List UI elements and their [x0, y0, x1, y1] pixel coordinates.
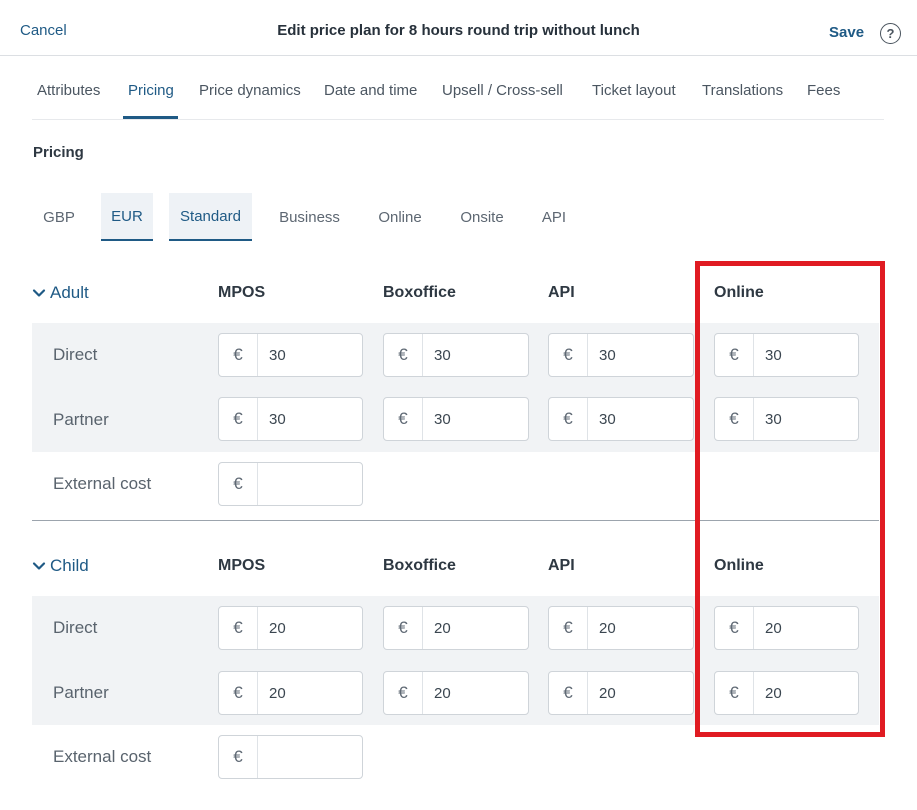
price-input-field[interactable]: [588, 398, 693, 440]
price-input[interactable]: €: [383, 397, 529, 441]
price-input[interactable]: €: [218, 397, 363, 441]
subtab-onsite[interactable]: Onsite: [449, 193, 515, 241]
external-cost-field[interactable]: [258, 463, 362, 505]
row-label-partner: Partner: [53, 683, 109, 702]
row-label-direct: Direct: [53, 345, 98, 364]
price-input-field[interactable]: [588, 607, 693, 649]
euro-icon: €: [384, 672, 423, 714]
euro-icon: €: [549, 334, 588, 376]
price-input-field[interactable]: [258, 334, 362, 376]
price-input[interactable]: €: [383, 606, 529, 650]
price-input-field[interactable]: [754, 398, 858, 440]
subtab-standard[interactable]: Standard: [169, 193, 252, 241]
page-title: Edit price plan for 8 hours round trip w…: [277, 22, 640, 39]
price-input[interactable]: €: [218, 606, 363, 650]
tab-upsell-cross-sell[interactable]: Upsell / Cross-sell: [442, 82, 563, 99]
group-name: Adult: [50, 283, 89, 302]
tab-attributes[interactable]: Attributes: [37, 82, 100, 99]
price-input-field[interactable]: [258, 398, 362, 440]
help-icon[interactable]: ?: [880, 23, 901, 44]
euro-icon: €: [549, 672, 588, 714]
group-toggle-adult[interactable]: Adult: [32, 283, 89, 303]
euro-icon: €: [219, 607, 258, 649]
price-input-field[interactable]: [754, 672, 858, 714]
active-tab-indicator: [123, 116, 178, 119]
external-cost-field[interactable]: [258, 736, 362, 778]
tab-ticket-layout[interactable]: Ticket layout: [592, 82, 676, 99]
price-input[interactable]: €: [714, 333, 859, 377]
column-header-mpos: MPOS: [218, 284, 266, 301]
euro-icon: €: [715, 334, 754, 376]
subtab-online[interactable]: Online: [367, 193, 433, 241]
column-header-boxoffice: Boxoffice: [383, 557, 456, 574]
euro-icon: €: [219, 736, 258, 778]
column-header-online: Online: [714, 557, 764, 574]
group-toggle-child[interactable]: Child: [32, 556, 89, 576]
dialog-header: Cancel Edit price plan for 8 hours round…: [0, 0, 917, 56]
column-header-online: Online: [714, 284, 764, 301]
price-input-field[interactable]: [423, 334, 528, 376]
price-input[interactable]: €: [714, 671, 859, 715]
subtab-api[interactable]: API: [531, 193, 577, 241]
euro-icon: €: [715, 672, 754, 714]
price-input-field[interactable]: [754, 607, 858, 649]
tab-date-and-time[interactable]: Date and time: [324, 82, 417, 99]
price-input[interactable]: €: [548, 333, 694, 377]
price-input[interactable]: €: [218, 333, 363, 377]
row-label-external-cost: External cost: [53, 747, 152, 766]
price-input[interactable]: €: [714, 397, 859, 441]
euro-icon: €: [715, 607, 754, 649]
price-input-field[interactable]: [423, 398, 528, 440]
euro-icon: €: [219, 398, 258, 440]
euro-icon: €: [219, 463, 258, 505]
main-tabs: Attributes Pricing Price dynamics Date a…: [32, 66, 884, 120]
subtab-gbp[interactable]: GBP: [33, 193, 85, 241]
tab-fees[interactable]: Fees: [807, 82, 840, 99]
price-input[interactable]: €: [383, 333, 529, 377]
row-label-direct: Direct: [53, 618, 98, 637]
tab-pricing[interactable]: Pricing: [128, 82, 174, 99]
price-input[interactable]: €: [383, 671, 529, 715]
euro-icon: €: [549, 607, 588, 649]
tab-translations[interactable]: Translations: [702, 82, 783, 99]
row-label-partner: Partner: [53, 410, 109, 429]
euro-icon: €: [549, 398, 588, 440]
subtab-eur[interactable]: EUR: [101, 193, 153, 241]
column-header-api: API: [548, 284, 575, 301]
group-name: Child: [50, 556, 89, 575]
row-label-external-cost: External cost: [53, 474, 152, 493]
subtab-business[interactable]: Business: [268, 193, 351, 241]
cancel-button[interactable]: Cancel: [20, 22, 67, 39]
price-input-field[interactable]: [258, 672, 362, 714]
price-input-field[interactable]: [588, 672, 693, 714]
euro-icon: €: [384, 398, 423, 440]
euro-icon: €: [384, 334, 423, 376]
price-input[interactable]: €: [218, 671, 363, 715]
tab-price-dynamics[interactable]: Price dynamics: [199, 82, 301, 99]
external-cost-input[interactable]: €: [218, 735, 363, 779]
price-input[interactable]: €: [548, 397, 694, 441]
chevron-down-icon: [32, 562, 46, 570]
price-input-field[interactable]: [258, 607, 362, 649]
chevron-down-icon: [32, 289, 46, 297]
section-title: Pricing: [33, 144, 84, 161]
euro-icon: €: [219, 672, 258, 714]
save-button[interactable]: Save: [829, 24, 864, 41]
price-input[interactable]: €: [548, 606, 694, 650]
price-input-field[interactable]: [588, 334, 693, 376]
price-input-field[interactable]: [423, 672, 528, 714]
group-divider: [32, 520, 879, 521]
euro-icon: €: [715, 398, 754, 440]
external-cost-input[interactable]: €: [218, 462, 363, 506]
column-header-mpos: MPOS: [218, 557, 266, 574]
euro-icon: €: [219, 334, 258, 376]
price-input[interactable]: €: [714, 606, 859, 650]
price-input-field[interactable]: [423, 607, 528, 649]
euro-icon: €: [384, 607, 423, 649]
price-input[interactable]: €: [548, 671, 694, 715]
column-header-api: API: [548, 557, 575, 574]
column-header-boxoffice: Boxoffice: [383, 284, 456, 301]
price-input-field[interactable]: [754, 334, 858, 376]
